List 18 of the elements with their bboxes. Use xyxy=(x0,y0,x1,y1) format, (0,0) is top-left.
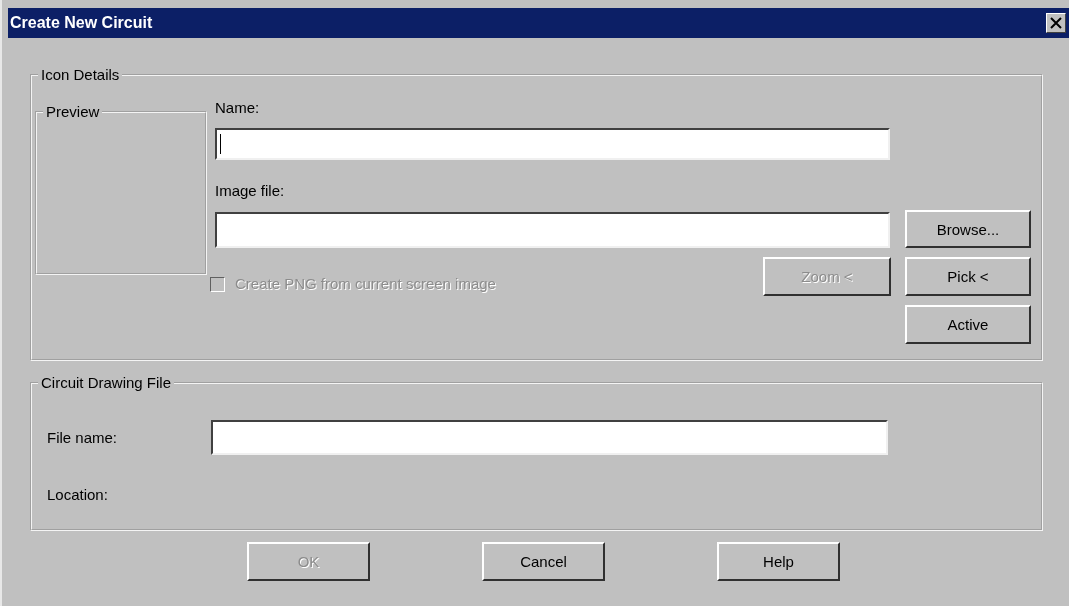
file-name-field[interactable] xyxy=(211,420,888,455)
side-button[interactable]: Active xyxy=(905,305,1031,344)
dialog-button[interactable]: Cancel xyxy=(482,542,605,581)
field-label: Name: xyxy=(215,99,261,117)
dialog-button[interactable]: Help xyxy=(717,542,840,581)
location-label: Location: xyxy=(46,486,109,504)
field-label: File name: xyxy=(47,429,119,446)
side-button[interactable]: Browse... xyxy=(905,210,1031,248)
group-title: Circuit Drawing File xyxy=(40,374,173,392)
field-label: Image file: xyxy=(215,182,286,200)
checkbox-label: Create PNG from current screen image xyxy=(235,275,496,292)
close-button[interactable] xyxy=(1046,13,1066,33)
preview-title: Preview xyxy=(45,103,101,121)
image-file-field[interactable] xyxy=(215,212,890,248)
group-title: Icon Details xyxy=(40,66,121,84)
window-title: Create New Circuit xyxy=(10,14,154,32)
side-button[interactable]: Pick < xyxy=(905,257,1031,296)
name-field[interactable] xyxy=(215,128,890,160)
